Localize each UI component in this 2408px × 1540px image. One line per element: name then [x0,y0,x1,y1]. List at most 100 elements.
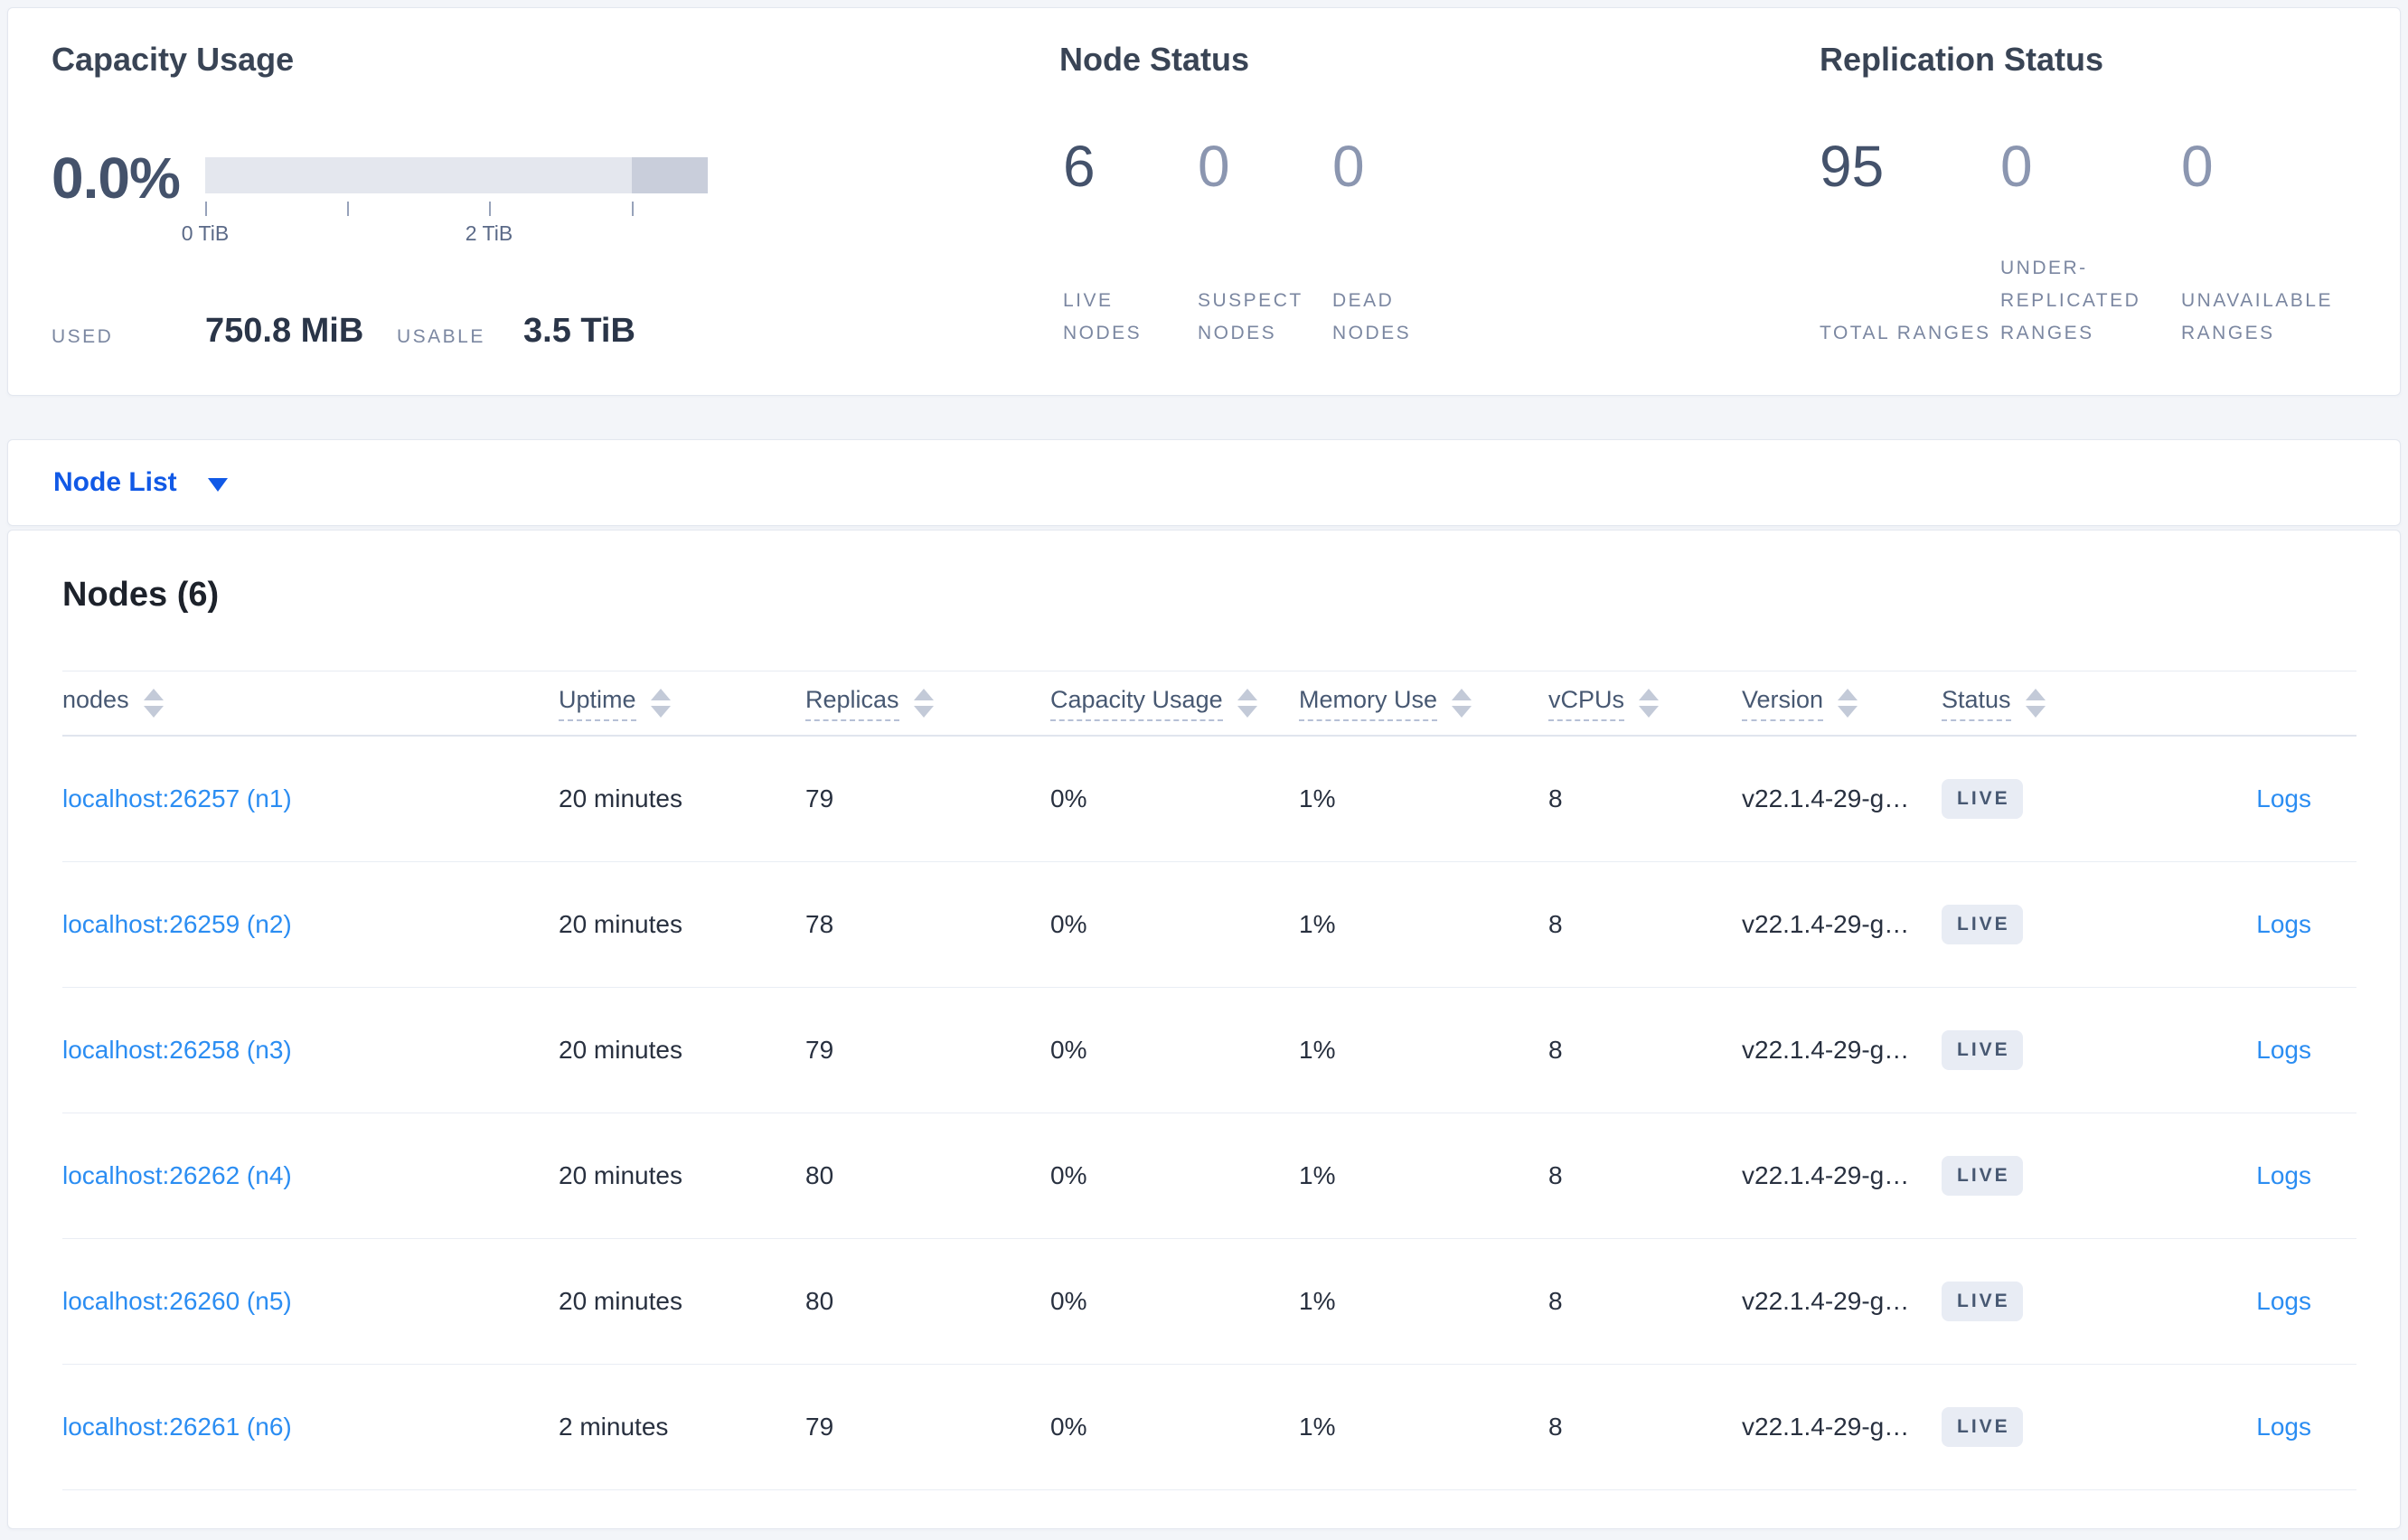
status-badge: LIVE [1942,905,2023,944]
status-cell: LIVE [1942,1407,2122,1447]
capacity-bar [205,157,708,193]
version-cell: v22.1.4-29-g… [1742,910,1910,938]
logs-link[interactable]: Logs [2256,1413,2311,1441]
table-title: Nodes (6) [62,576,220,614]
logs-link[interactable]: Logs [2256,910,2311,938]
node-link[interactable]: localhost:26262 (n4) [62,1161,292,1189]
sort-icon [2025,689,2046,718]
sort-icon [143,689,164,718]
column-header-label: Uptime [559,686,636,721]
column-header[interactable]: vCPUs [1548,686,1742,721]
sort-icon [913,689,934,718]
column-header[interactable]: nodes [62,686,559,721]
capacity-usage-cell: 0% [1050,1413,1087,1441]
stat-label: DEAD NODES [1332,290,1412,343]
table-row: localhost:26259 (n2) 20 minutes 78 0% 1%… [62,862,2356,988]
column-header[interactable]: Capacity Usage [1050,686,1299,721]
column-header[interactable]: Replicas [805,686,1050,721]
stat-value: 0 [2000,134,2033,199]
version-cell: v22.1.4-29-g… [1742,1161,1910,1189]
node-link[interactable]: localhost:26260 (n5) [62,1287,292,1315]
logs-link[interactable]: Logs [2256,1161,2311,1189]
logs-cell: Logs [2122,1287,2356,1316]
version-cell: v22.1.4-29-g… [1742,1413,1910,1441]
node-status-title: Node Status [1059,41,1250,78]
stat-label: UNDER-REPLICATED RANGES [2000,258,2141,343]
status-badge: LIVE [1942,1156,2023,1196]
capacity-percent: 0.0% [52,146,181,211]
table-body: localhost:26257 (n1) 20 minutes 79 0% 1%… [62,737,2356,1490]
view-selector-card: Node List [7,439,2401,526]
status-badge: LIVE [1942,1030,2023,1070]
logs-cell: Logs [2122,1161,2356,1190]
uptime-cell: 20 minutes [559,1161,682,1189]
replicas-cell: 79 [805,1036,834,1064]
table-row: localhost:26258 (n3) 20 minutes 79 0% 1%… [62,988,2356,1113]
axis-tick [489,202,491,216]
usable-label: USABLE [397,326,485,347]
replicas-cell: 79 [805,1413,834,1441]
stat-label: TOTAL RANGES [1820,323,1991,343]
stat-item: 0 DEAD NODES [1332,136,1463,350]
version-cell: v22.1.4-29-g… [1742,1036,1910,1064]
node-link[interactable]: localhost:26259 (n2) [62,910,292,938]
column-header-label: Version [1742,686,1824,721]
node-link[interactable]: localhost:26258 (n3) [62,1036,292,1064]
column-header-label: Memory Use [1299,686,1438,721]
stat-label: LIVE NODES [1063,290,1143,343]
uptime-cell: 2 minutes [559,1413,669,1441]
stat-value: 95 [1820,134,1885,199]
version-cell: v22.1.4-29-g… [1742,784,1910,812]
vcpus-cell: 8 [1548,1413,1563,1441]
uptime-cell: 20 minutes [559,1036,682,1064]
stat-value: 0 [1332,134,1365,199]
node-list-dropdown[interactable]: Node List [53,467,228,498]
memory-use-cell: 1% [1299,784,1336,812]
column-header-label: Capacity Usage [1050,686,1223,721]
column-header[interactable]: Memory Use [1299,686,1548,721]
logs-link[interactable]: Logs [2256,1036,2311,1064]
status-badge: LIVE [1942,1282,2023,1321]
axis-tick-label: 0 TiB [181,221,230,245]
used-value: 750.8 MiB [205,312,364,350]
node-cell: localhost:26258 (n3) [62,1036,559,1065]
logs-link[interactable]: Logs [2256,784,2311,812]
table-row: localhost:26261 (n6) 2 minutes 79 0% 1% … [62,1365,2356,1490]
column-header[interactable]: Uptime [559,686,805,721]
column-header-label: Replicas [805,686,899,721]
replicas-cell: 78 [805,910,834,938]
vcpus-cell: 8 [1548,910,1563,938]
replication-status-panel: Replication Status 95 TOTAL RANGES 0 UND… [1820,8,2398,395]
memory-use-cell: 1% [1299,1413,1336,1441]
uptime-cell: 20 minutes [559,784,682,812]
node-cell: localhost:26260 (n5) [62,1287,559,1316]
logs-cell: Logs [2122,784,2356,813]
status-badge: LIVE [1942,779,2023,819]
table-row: localhost:26260 (n5) 20 minutes 80 0% 1%… [62,1239,2356,1365]
node-cell: localhost:26262 (n4) [62,1161,559,1190]
replicas-cell: 80 [805,1287,834,1315]
stat-value: 0 [1198,134,1230,199]
node-cell: localhost:26261 (n6) [62,1413,559,1441]
node-link[interactable]: localhost:26261 (n6) [62,1413,292,1441]
memory-use-cell: 1% [1299,1036,1336,1064]
replication-status-title: Replication Status [1820,41,2104,78]
stat-value: 0 [2181,134,2214,199]
cluster-summary-card: Capacity Usage 0.0% 0 TiB 2 TiB USED 750… [7,7,2401,396]
replicas-cell: 79 [805,784,834,812]
logs-cell: Logs [2122,910,2356,939]
node-cell: localhost:26257 (n1) [62,784,559,813]
node-link[interactable]: localhost:26257 (n1) [62,784,292,812]
logs-link[interactable]: Logs [2256,1287,2311,1315]
column-header[interactable]: Status [1942,686,2122,721]
axis-tick-label: 2 TiB [465,221,513,245]
column-header[interactable]: Version [1742,686,1942,721]
sort-icon [1452,689,1472,718]
capacity-usage-cell: 0% [1050,784,1087,812]
usable-value: 3.5 TiB [523,312,635,350]
stat-item: 95 TOTAL RANGES [1820,136,2000,350]
vcpus-cell: 8 [1548,784,1563,812]
vcpus-cell: 8 [1548,1036,1563,1064]
status-cell: LIVE [1942,1030,2122,1070]
table-header-row: nodes Uptime Replicas Capacity Usage Mem… [62,671,2356,737]
